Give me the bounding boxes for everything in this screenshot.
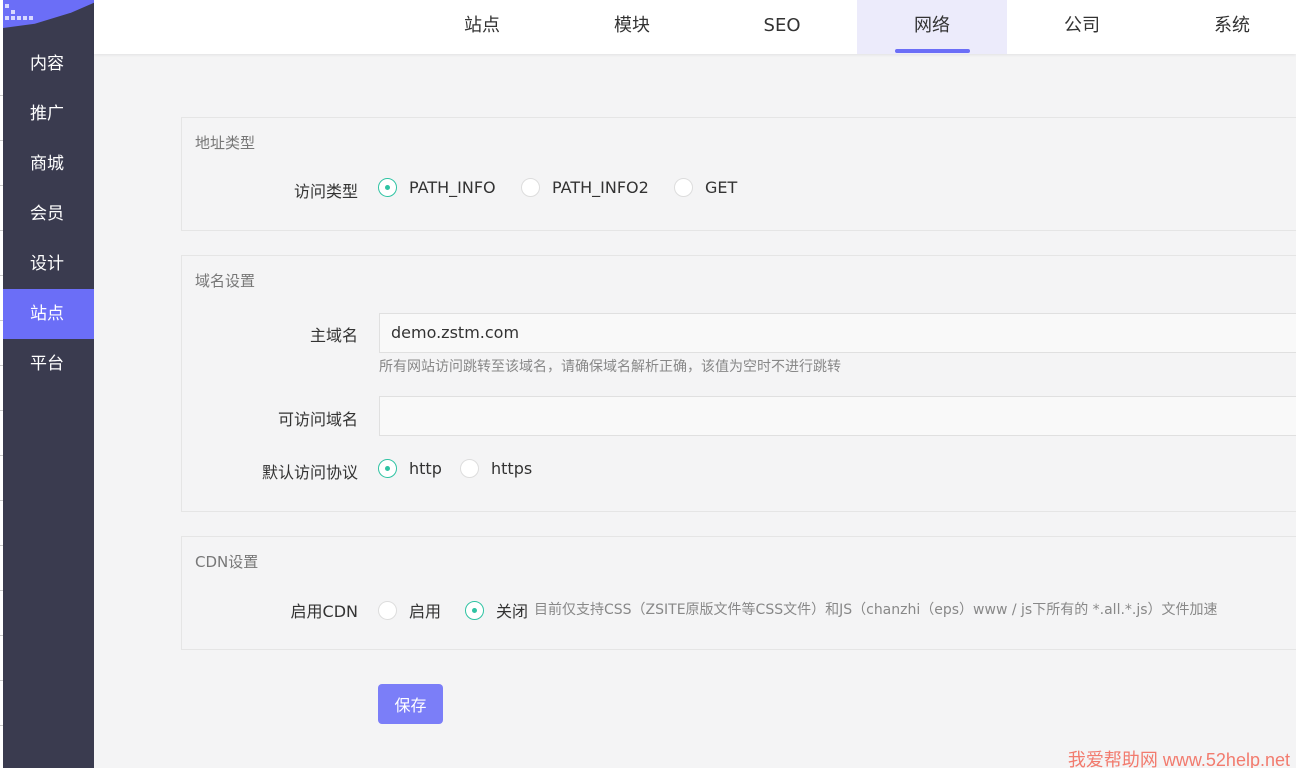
radio-checked-icon: [378, 178, 397, 197]
sidebar-item-platform[interactable]: 平台: [3, 339, 94, 389]
sidebar-item-members[interactable]: 会员: [3, 189, 94, 239]
radio-path-info2[interactable]: PATH_INFO2: [521, 178, 649, 197]
radio-unchecked-icon: [521, 178, 540, 197]
radio-checked-icon: [378, 459, 397, 478]
radio-label: 关闭: [496, 602, 529, 621]
top-nav: 站点 模块 SEO 网络 公司 系统: [94, 0, 1296, 54]
radio-label: https: [491, 459, 533, 478]
main-domain-input[interactable]: demo.zstm.com: [379, 313, 1296, 353]
tab-site[interactable]: 站点: [407, 0, 557, 54]
logo-icon: [5, 4, 35, 24]
cdn-note: 目前仅支持CSS（ZSITE原版文件等CSS文件）和JS（chanzhi（eps…: [534, 602, 1218, 618]
panel-title: 域名设置: [195, 272, 256, 290]
sidebar-item-promotion[interactable]: 推广: [3, 89, 94, 139]
allowed-domain-input[interactable]: [379, 396, 1296, 436]
radio-http[interactable]: http: [378, 459, 442, 478]
radio-unchecked-icon: [460, 459, 479, 478]
domain-settings-panel: 域名设置 主域名 demo.zstm.com 所有网站访问跳转至该域名，请确保域…: [181, 255, 1296, 512]
protocol-label: 默认访问协议: [261, 463, 358, 482]
radio-label: http: [409, 459, 442, 478]
panel-title: CDN设置: [195, 553, 259, 571]
enable-cdn-label: 启用CDN: [290, 602, 358, 621]
sidebar-item-site[interactable]: 站点: [3, 289, 94, 339]
access-type-label: 访问类型: [293, 182, 358, 201]
tab-seo[interactable]: SEO: [707, 0, 857, 54]
tab-company[interactable]: 公司: [1007, 0, 1157, 54]
radio-get[interactable]: GET: [674, 178, 737, 197]
radio-unchecked-icon: [674, 178, 693, 197]
save-button[interactable]: 保存: [378, 684, 443, 724]
cdn-settings-panel: CDN设置 启用CDN 启用 关闭 目前仅支持CSS（ZSITE原版文件等CSS…: [181, 536, 1296, 650]
radio-https[interactable]: https: [460, 459, 532, 478]
sidebar-item-design[interactable]: 设计: [3, 239, 94, 289]
radio-checked-icon: [465, 600, 484, 620]
main-domain-help: 所有网站访问跳转至该域名，请确保域名解析正确，该值为空时不进行跳转: [379, 359, 841, 375]
allowed-domain-label: 可访问域名: [277, 410, 358, 429]
tab-system[interactable]: 系统: [1157, 0, 1296, 54]
sidebar-item-content[interactable]: 内容: [3, 39, 94, 89]
sidebar-item-shop[interactable]: 商城: [3, 139, 94, 189]
address-type-panel: 地址类型 访问类型 PATH_INFO PATH_INFO2 GET: [181, 117, 1296, 231]
radio-label: PATH_INFO: [409, 178, 496, 197]
radio-path-info[interactable]: PATH_INFO: [378, 178, 496, 197]
radio-cdn-on[interactable]: 启用: [378, 598, 441, 622]
sidebar: 内容 推广 商城 会员 设计 站点 平台: [3, 0, 94, 768]
radio-cdn-off[interactable]: 关闭: [465, 598, 528, 622]
radio-label: GET: [705, 178, 738, 197]
tab-modules[interactable]: 模块: [557, 0, 707, 54]
panel-title: 地址类型: [195, 134, 256, 152]
tab-network[interactable]: 网络: [857, 0, 1007, 54]
main-domain-label: 主域名: [309, 326, 358, 345]
radio-label: 启用: [409, 602, 442, 621]
radio-unchecked-icon: [378, 600, 397, 620]
radio-label: PATH_INFO2: [552, 178, 649, 197]
watermark: 我爱帮助网 www.52help.net: [1067, 750, 1290, 768]
